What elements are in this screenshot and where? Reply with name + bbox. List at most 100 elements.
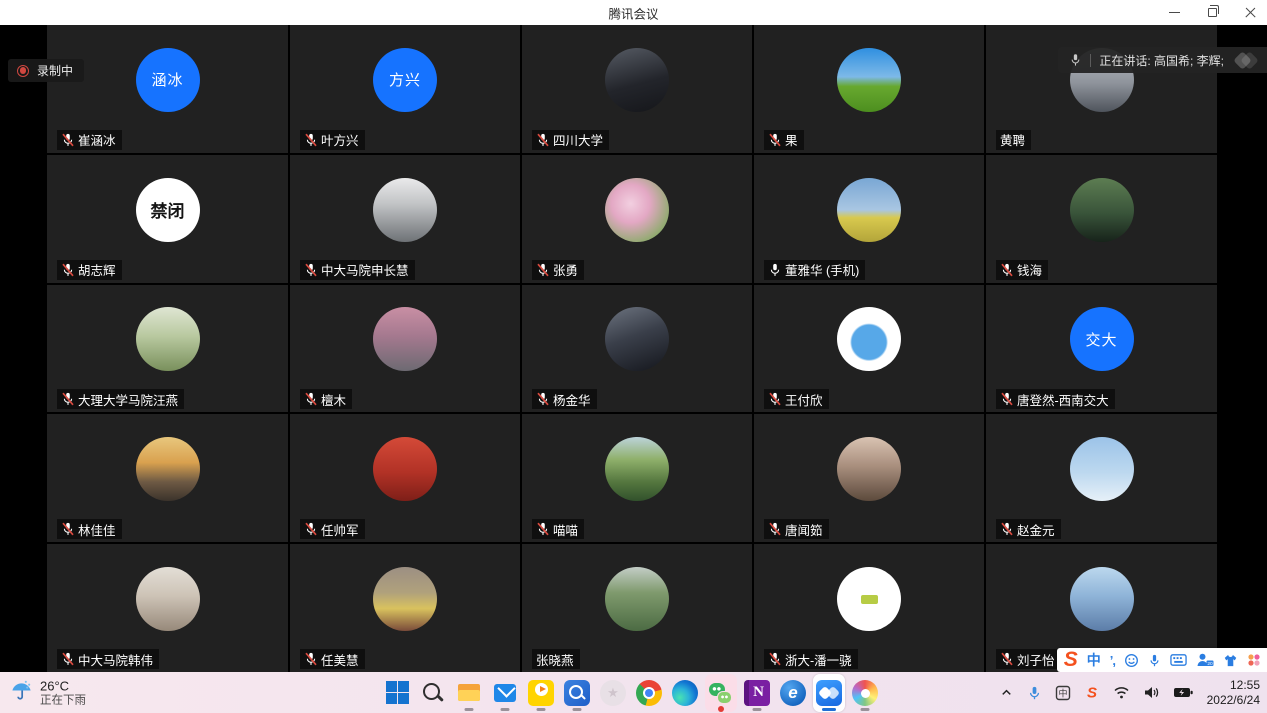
taskbar-clock[interactable]: 12:55 2022/6/24 <box>1207 678 1260 708</box>
participant-avatar <box>837 567 901 631</box>
restore-icon <box>1208 8 1217 17</box>
participant-name-tag: 杨金华 <box>532 389 597 409</box>
participant-tile[interactable]: 涵冰 崔涵冰 <box>47 25 288 153</box>
participant-name: 唐闻筎 <box>785 520 823 539</box>
close-button[interactable] <box>1243 6 1257 20</box>
taskbar-app-browser360[interactable] <box>561 674 593 712</box>
participant-tile[interactable]: 交大 唐登然-西南交大 <box>986 285 1217 413</box>
taskbar-app-search[interactable] <box>417 674 449 712</box>
minimize-button[interactable] <box>1167 6 1181 20</box>
participant-avatar <box>136 437 200 501</box>
tray-wifi-icon[interactable] <box>1113 685 1130 700</box>
taskbar-app-start[interactable] <box>381 674 413 712</box>
participant-tile[interactable]: 张勇 <box>522 155 752 283</box>
ime-voice-input-icon[interactable] <box>1148 653 1161 668</box>
tray-ime-icon[interactable]: 中 <box>1055 685 1071 701</box>
participant-tile[interactable]: 果 <box>754 25 984 153</box>
title-bar: 腾讯会议 <box>0 0 1267 25</box>
tray-volume-icon[interactable] <box>1143 685 1160 700</box>
mic-muted-icon <box>304 522 318 536</box>
participant-tile[interactable]: 任美慧 <box>290 544 520 672</box>
close-icon <box>1244 6 1257 19</box>
edge-icon <box>672 680 698 706</box>
participant-name-tag: 四川大学 <box>532 130 609 150</box>
participant-tile[interactable]: 王付欣 <box>754 285 984 413</box>
participant-avatar: 方兴 <box>373 48 437 112</box>
tray-battery-icon[interactable] <box>1173 686 1194 699</box>
participant-avatar <box>837 437 901 501</box>
mic-muted-icon <box>61 522 75 536</box>
ime-sogou-logo[interactable]: S <box>1064 649 1078 671</box>
participant-tile[interactable]: 中大马院申长慧 <box>290 155 520 283</box>
mic-muted-icon <box>304 392 318 406</box>
participant-avatar <box>605 437 669 501</box>
wechat-icon <box>708 680 734 706</box>
taskbar-app-edge[interactable] <box>669 674 701 712</box>
participant-name-tag: 中大马院韩伟 <box>57 649 159 669</box>
participant-avatar <box>1070 567 1134 631</box>
participant-tile[interactable]: 四川大学 <box>522 25 752 153</box>
umbrella-rain-icon <box>10 679 33 707</box>
participant-tile[interactable]: 大理大学马院汪燕 <box>47 285 288 413</box>
ime-account-icon[interactable]: 20 <box>1196 652 1214 668</box>
participant-tile[interactable]: 禁闭 胡志辉 <box>47 155 288 283</box>
participant-tile[interactable]: 董雅华 (手机) <box>754 155 984 283</box>
clock-time: 12:55 <box>1207 678 1260 693</box>
taskbar-app-inactive[interactable] <box>597 674 629 712</box>
ime-soft-keyboard-icon[interactable] <box>1170 653 1187 667</box>
taskbar-app-explorer[interactable] <box>453 674 485 712</box>
taskbar-weather-widget[interactable]: 26°C 正在下雨 <box>10 678 86 707</box>
participant-tile[interactable]: 钱海 <box>986 155 1217 283</box>
ime-emoji-icon[interactable] <box>1124 653 1139 668</box>
clock-date: 2022/6/24 <box>1207 693 1260 708</box>
participant-tile[interactable]: 赵金元 <box>986 414 1217 542</box>
meeting-watermark-logo <box>1236 54 1262 67</box>
palette-icon <box>852 680 878 706</box>
participant-tile[interactable]: 浙大-潘一骁 <box>754 544 984 672</box>
meeting-icon <box>816 680 842 706</box>
mic-muted-icon <box>536 392 550 406</box>
system-tray: 中S 12:55 2022/6/24 <box>999 672 1260 713</box>
taskbar-app-icons <box>381 674 881 712</box>
participant-tile[interactable]: 任帅军 <box>290 414 520 542</box>
participant-tile[interactable]: 唐闻筎 <box>754 414 984 542</box>
participant-tile[interactable]: 张晓燕 <box>522 544 752 672</box>
participant-name: 刘子怡 <box>1017 650 1055 669</box>
ime-punctuation[interactable]: ’, <box>1110 653 1115 668</box>
taskbar-app-ie[interactable] <box>777 674 809 712</box>
tray-chevron-icon[interactable] <box>999 685 1014 700</box>
participant-tile[interactable]: 中大马院韩伟 <box>47 544 288 672</box>
tray-mic-icon[interactable] <box>1027 685 1042 701</box>
participant-tile[interactable]: 方兴 叶方兴 <box>290 25 520 153</box>
participant-name-tag: 张勇 <box>532 260 584 280</box>
running-indicator <box>501 708 510 711</box>
participant-tile[interactable]: 喵喵 <box>522 414 752 542</box>
minimize-icon <box>1169 12 1180 14</box>
participant-tile[interactable]: 林佳佳 <box>47 414 288 542</box>
taskbar-app-palette[interactable] <box>849 674 881 712</box>
participant-name-tag: 任美慧 <box>300 649 365 669</box>
participant-tile[interactable]: 黄聘 <box>986 25 1217 153</box>
taskbar-app-wechat[interactable] <box>705 674 737 712</box>
svg-text:20: 20 <box>1207 661 1213 667</box>
taskbar-app-mail[interactable] <box>489 674 521 712</box>
participant-name: 杨金华 <box>553 390 591 409</box>
participant-name-tag: 叶方兴 <box>300 130 365 150</box>
taskbar-app-player[interactable] <box>525 674 557 712</box>
taskbar-app-meeting[interactable] <box>813 674 845 712</box>
ime-skin-icon[interactable] <box>1223 654 1238 667</box>
participant-name: 喵喵 <box>553 520 578 539</box>
participant-tile[interactable]: 檀木 <box>290 285 520 413</box>
ime-cn-mode[interactable]: 中 <box>1087 650 1101 670</box>
ime-toolbox-icon[interactable] <box>1247 653 1261 667</box>
participant-tile[interactable]: 杨金华 <box>522 285 752 413</box>
participant-avatar <box>373 437 437 501</box>
participant-name: 唐登然-西南交大 <box>1017 390 1109 409</box>
participant-name: 张晓燕 <box>536 650 574 669</box>
restore-button[interactable] <box>1205 6 1219 20</box>
participant-name-tag: 任帅军 <box>300 519 365 539</box>
taskbar-app-onenote[interactable] <box>741 674 773 712</box>
taskbar-app-chrome[interactable] <box>633 674 665 712</box>
tray-sogou-icon[interactable]: S <box>1084 684 1100 701</box>
mic-muted-icon <box>1000 522 1014 536</box>
